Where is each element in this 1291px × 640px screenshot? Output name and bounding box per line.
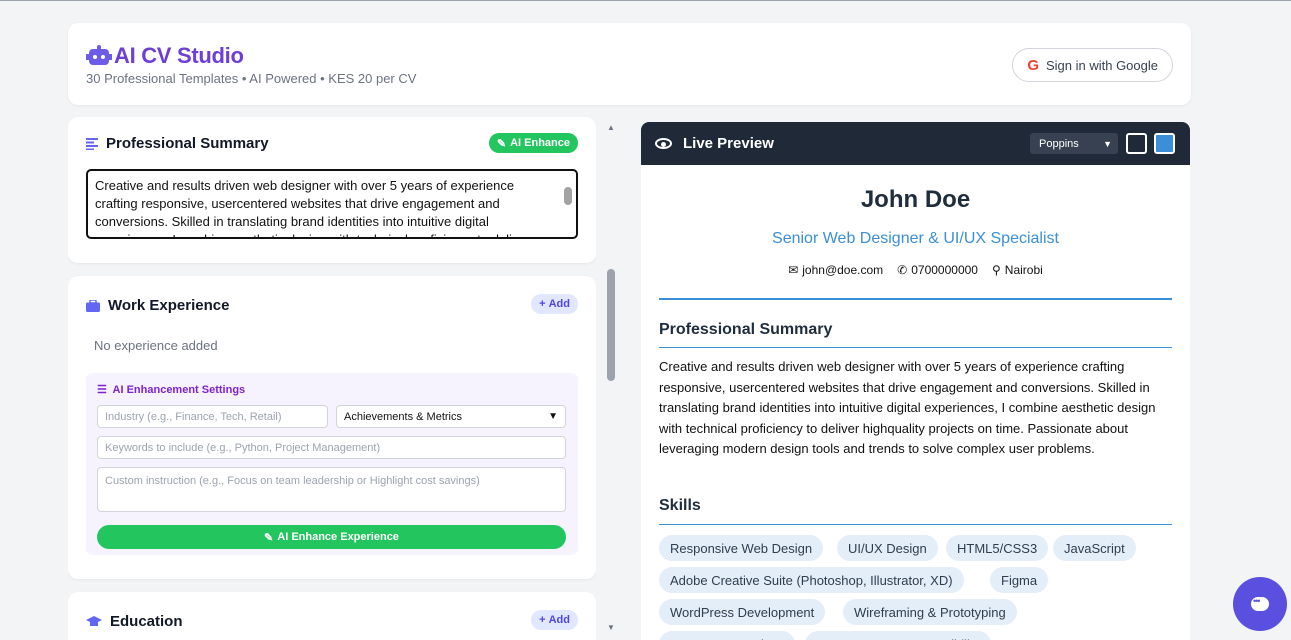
contact-phone: ✆ 0700000000 <box>897 263 978 277</box>
font-select[interactable]: Poppins ▼ <box>1030 133 1118 154</box>
pencil-icon: ✎ <box>496 137 507 150</box>
cv-name: John Doe <box>860 186 971 213</box>
skills-divider <box>659 524 1172 525</box>
contact-location: ⚲ Nairobi <box>992 263 1043 277</box>
sliders-icon: ☰ <box>97 384 107 396</box>
cv-contact: ✉ john@doe.com ✆ 0700000000 ⚲ Nairobi <box>641 263 1190 277</box>
editor-scrollbar[interactable]: ▲ ▼ <box>604 121 618 637</box>
app-subtitle: 30 Professional Templates • AI Powered •… <box>86 71 417 86</box>
add-experience-label: Add <box>548 298 570 310</box>
skill-chip: Figma <box>990 567 1049 593</box>
app-title: AI CV Studio <box>114 43 244 68</box>
experience-card-title: Work Experience <box>86 297 229 314</box>
custom-instruction-textarea[interactable]: Custom instruction (e.g., Focus on team … <box>97 467 566 512</box>
briefcase-icon <box>86 299 100 312</box>
google-icon: G <box>1027 56 1039 74</box>
ai-enhance-label: AI Enhance <box>510 137 570 149</box>
phone-icon: ✆ <box>897 263 908 277</box>
summary-card-title: Professional Summary <box>86 135 269 152</box>
industry-placeholder: Industry (e.g., Finance, Tech, Retail) <box>105 410 282 423</box>
chat-button[interactable] <box>1233 577 1287 631</box>
scroll-up-icon[interactable]: ▲ <box>607 123 615 132</box>
cv-role: Senior Web Designer & UI/UX Specialist <box>772 230 1059 247</box>
focus-select[interactable]: Achievements & Metrics ▼ <box>336 405 566 428</box>
skill-chip: WordPress Development <box>659 599 826 625</box>
add-education-label: Add <box>548 614 570 626</box>
eye-icon <box>655 138 672 149</box>
textarea-scroll-thumb[interactable] <box>564 187 572 205</box>
map-pin-icon: ⚲ <box>991 263 1001 277</box>
summary-card: Professional Summary ✎ AI Enhance Creati… <box>68 117 596 263</box>
pencil-icon: ✎ <box>264 531 274 544</box>
ai-enhancement-settings: ☰ AI Enhancement Settings Industry (e.g.… <box>86 373 578 555</box>
chevron-down-icon: ▼ <box>1103 138 1112 149</box>
education-card-title-text: Education <box>110 613 183 630</box>
skill-chip: UI/UX Design <box>837 535 938 561</box>
cv-summary-text: Creative and results driven web designer… <box>659 359 1156 457</box>
editor-scroll-thumb[interactable] <box>607 269 615 381</box>
plus-icon: + <box>539 614 546 626</box>
cv-summary-heading: Professional Summary <box>659 321 833 338</box>
color-swatch-blue[interactable] <box>1154 133 1175 154</box>
ai-settings-title-text: AI Enhancement Settings <box>112 384 246 396</box>
robot-icon <box>86 45 112 67</box>
preview-title: Live Preview <box>683 135 774 152</box>
color-swatch-dark[interactable] <box>1126 133 1147 154</box>
ai-settings-title: ☰ AI Enhancement Settings <box>97 383 245 396</box>
education-card: Education + Add <box>68 592 596 640</box>
ai-enhance-experience-label: AI Enhance Experience <box>277 531 399 543</box>
skill-chip: Wireframing & Prototyping <box>843 599 1017 625</box>
skill-chip: Cross-Browser Compatibility <box>805 631 991 640</box>
header-divider <box>659 298 1172 300</box>
education-card-title: Education <box>86 613 183 630</box>
summary-textarea-text: Creative and results driven web designer… <box>95 178 530 237</box>
envelope-icon: ✉ <box>788 263 799 277</box>
add-experience-button[interactable]: + Add <box>531 294 578 314</box>
skill-chip: HTML5/CSS3 <box>946 535 1049 561</box>
chevron-down-icon: ▼ <box>548 411 558 422</box>
font-select-value: Poppins <box>1039 137 1079 150</box>
preview-header: Live Preview Poppins ▼ <box>641 122 1190 165</box>
brand: AI CV Studio <box>86 43 244 69</box>
ai-enhance-summary-button[interactable]: ✎ AI Enhance <box>488 133 578 153</box>
industry-input[interactable]: Industry (e.g., Finance, Tech, Retail) <box>97 405 328 428</box>
experience-card-title-text: Work Experience <box>108 297 230 314</box>
skill-chip: JavaScript <box>1053 535 1136 561</box>
focus-select-value: Achievements & Metrics <box>344 410 462 423</box>
keywords-input[interactable]: Keywords to include (e.g., Python, Proje… <box>97 436 566 459</box>
align-left-icon <box>86 137 98 150</box>
summary-divider <box>659 347 1172 348</box>
contact-email-text: john@doe.com <box>802 263 884 277</box>
contact-email: ✉ john@doe.com <box>788 263 883 277</box>
no-experience-text: No experience added <box>94 338 218 353</box>
google-signin-button[interactable]: G Sign in with Google <box>1012 48 1173 82</box>
app-header: AI CV Studio 30 Professional Templates •… <box>68 23 1191 105</box>
chat-bubble-icon <box>1251 596 1269 611</box>
experience-card: Work Experience + Add No experience adde… <box>68 276 596 579</box>
keywords-placeholder: Keywords to include (e.g., Python, Proje… <box>105 441 381 454</box>
custom-instruction-placeholder: Custom instruction (e.g., Focus on team … <box>105 475 480 487</box>
skill-chip: Adobe Creative Suite (Photoshop, Illustr… <box>659 567 964 593</box>
skill-chip: SEO Best Practices <box>659 631 796 640</box>
add-education-button[interactable]: + Add <box>531 610 578 630</box>
summary-card-title-text: Professional Summary <box>106 135 269 152</box>
editor-panel: Professional Summary ✎ AI Enhance Creati… <box>68 117 596 640</box>
skill-chip: Responsive Web Design <box>659 535 824 561</box>
google-signin-label: Sign in with Google <box>1045 57 1158 73</box>
live-preview-panel: Live Preview Poppins ▼ John Doe Senior W… <box>641 122 1190 640</box>
ai-enhance-experience-button[interactable]: ✎ AI Enhance Experience <box>97 525 566 549</box>
plus-icon: + <box>539 298 546 310</box>
graduation-cap-icon <box>86 615 102 626</box>
scroll-down-icon[interactable]: ▼ <box>607 623 615 632</box>
summary-textarea[interactable]: Creative and results driven web designer… <box>86 169 578 239</box>
cv-skills-heading: Skills <box>659 497 701 514</box>
contact-phone-text: 0700000000 <box>911 263 978 277</box>
contact-location-text: Nairobi <box>1004 263 1043 277</box>
